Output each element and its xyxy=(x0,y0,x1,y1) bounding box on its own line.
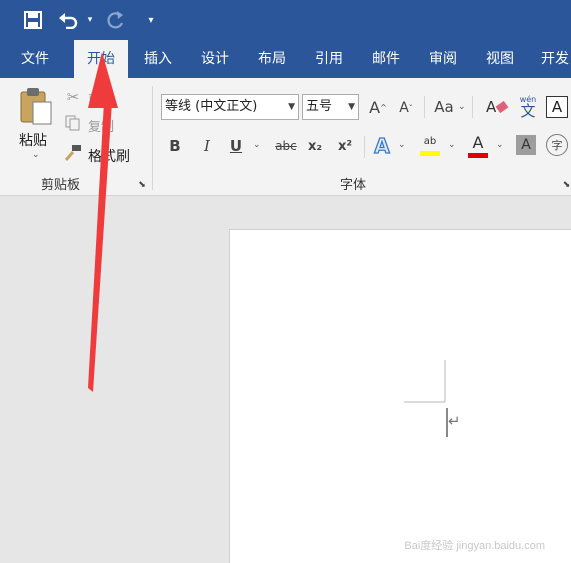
character-border-icon[interactable]: A xyxy=(546,96,568,118)
group-separator xyxy=(152,86,153,190)
cut-label[interactable]: 剪切 xyxy=(88,89,114,108)
clipboard-launcher-icon[interactable]: ⬊ xyxy=(137,180,147,190)
paste-dropdown-icon[interactable]: ⌄ xyxy=(32,150,40,160)
text-effects-dropdown-icon[interactable]: ⌄ xyxy=(398,140,406,150)
tab-references[interactable]: 引用 xyxy=(305,40,353,78)
tab-view[interactable]: 视图 xyxy=(476,40,524,78)
character-shading-icon[interactable]: A xyxy=(516,135,536,155)
tab-home[interactable]: 开始 xyxy=(74,40,128,78)
font-color-dropdown-icon[interactable]: ⌄ xyxy=(496,140,504,150)
copy-label[interactable]: 复制 xyxy=(88,116,114,135)
subscript-icon[interactable]: x₂ xyxy=(304,135,326,157)
separator xyxy=(472,96,473,118)
paste-label[interactable]: 粘贴 xyxy=(19,130,47,150)
strikethrough-icon[interactable]: abc xyxy=(272,135,300,157)
clear-formatting-icon[interactable]: A xyxy=(484,96,512,118)
quick-access-toolbar: ▾ ▾ xyxy=(0,0,571,40)
save-icon[interactable] xyxy=(22,8,44,32)
separator xyxy=(364,136,365,158)
paste-icon[interactable] xyxy=(18,86,54,126)
tab-review[interactable]: 审阅 xyxy=(419,40,467,78)
font-group-label: 字体 xyxy=(340,178,367,193)
bold-icon[interactable]: B xyxy=(164,135,186,157)
highlight-dropdown-icon[interactable]: ⌄ xyxy=(448,140,456,150)
ribbon-home: 粘贴 ⌄ ✂ 剪切 复制 格式刷 剪贴板 ⬊ 等线 (中文正文) ▼ 五号 ▼ … xyxy=(0,78,571,196)
watermark-logo: Bai度经验 jingyan.baidu.com xyxy=(404,540,545,552)
shrink-font-icon[interactable]: Aˇ xyxy=(396,98,416,118)
font-color-icon[interactable]: A xyxy=(466,132,490,160)
cut-icon[interactable]: ✂ xyxy=(64,88,82,106)
change-case-dropdown-icon[interactable]: ⌄ xyxy=(458,102,466,112)
format-painter-icon[interactable] xyxy=(64,144,82,162)
superscript-icon[interactable]: x² xyxy=(334,135,356,157)
copy-icon[interactable] xyxy=(64,114,82,132)
tab-design[interactable]: 设计 xyxy=(191,40,239,78)
font-launcher-icon[interactable]: ⬊ xyxy=(562,180,571,190)
font-size-dropdown-icon: ▼ xyxy=(348,102,355,112)
tab-mailings[interactable]: 邮件 xyxy=(362,40,410,78)
svg-text:A: A xyxy=(486,98,497,116)
highlight-icon[interactable]: ab xyxy=(418,132,442,160)
redo-icon[interactable] xyxy=(104,8,128,32)
font-size-value: 五号 xyxy=(306,99,333,114)
grow-font-icon[interactable]: A ^ xyxy=(368,96,388,118)
tab-layout[interactable]: 布局 xyxy=(248,40,296,78)
customize-toolbar-icon[interactable]: ▾ xyxy=(144,8,158,32)
ribbon-tabs: 文件 开始 插入 设计 布局 引用 邮件 审阅 视图 开发 xyxy=(0,40,571,78)
undo-dropdown-icon[interactable]: ▾ xyxy=(84,8,96,32)
paragraph-mark-icon: ↵ xyxy=(448,412,461,430)
margin-corner-mark xyxy=(404,360,448,437)
document-page[interactable]: ↵ Bai度经验 jingyan.baidu.com xyxy=(229,229,571,563)
underline-dropdown-icon[interactable]: ⌄ xyxy=(253,140,261,150)
separator xyxy=(424,96,425,118)
format-painter-label[interactable]: 格式刷 xyxy=(88,146,130,166)
underline-icon[interactable]: U xyxy=(225,135,247,157)
font-name-dropdown-icon: ▼ xyxy=(288,102,295,112)
tab-insert[interactable]: 插入 xyxy=(134,40,182,78)
text-effects-icon[interactable]: A xyxy=(370,133,394,159)
font-name-value: 等线 (中文正文) xyxy=(165,99,258,114)
undo-icon[interactable] xyxy=(56,8,80,32)
tab-file[interactable]: 文件 xyxy=(10,40,60,78)
font-size-select[interactable]: 五号 ▼ xyxy=(302,94,359,120)
italic-icon[interactable]: I xyxy=(196,135,218,157)
phonetic-guide-icon[interactable]: wén 文 xyxy=(517,92,539,122)
enclose-characters-icon[interactable]: 字 xyxy=(546,134,568,156)
font-name-select[interactable]: 等线 (中文正文) ▼ xyxy=(161,94,299,120)
tab-developer[interactable]: 开发 xyxy=(533,40,571,78)
clipboard-group-label: 剪贴板 xyxy=(41,178,81,193)
change-case-icon[interactable]: Aa xyxy=(432,96,456,118)
